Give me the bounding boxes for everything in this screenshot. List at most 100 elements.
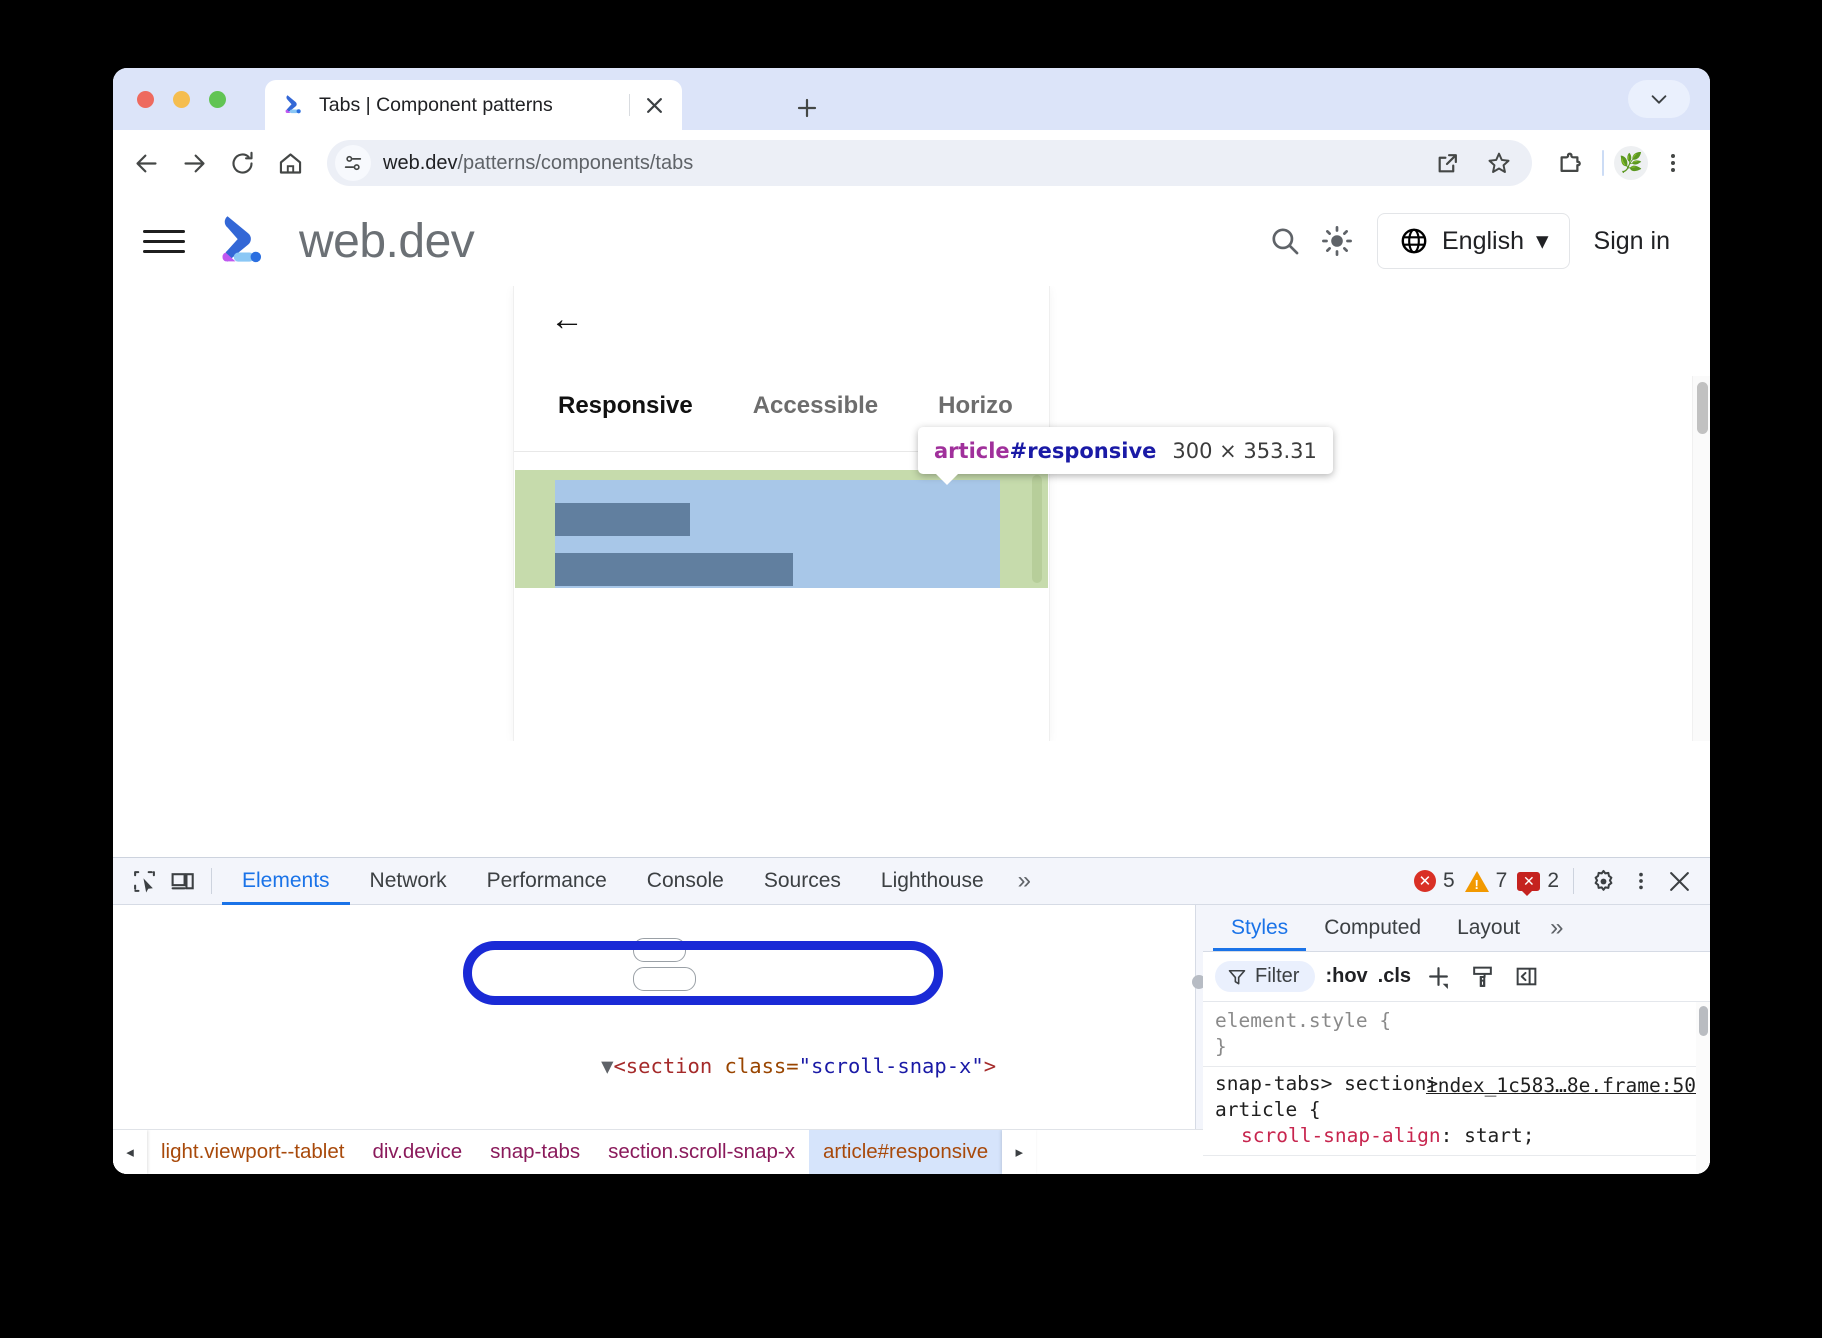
bookmark-button[interactable]: [1476, 140, 1522, 186]
demo-tab-responsive[interactable]: Responsive: [558, 392, 693, 420]
demo-back-arrow[interactable]: ←: [550, 300, 584, 339]
devtools-panel: Elements Network Performance Console Sou…: [113, 857, 1710, 1174]
element-classes-button[interactable]: [1465, 960, 1499, 994]
tab-computed[interactable]: Computed: [1306, 905, 1439, 951]
tab-network[interactable]: Network: [350, 858, 467, 905]
inspect-element-icon[interactable]: [125, 862, 163, 900]
toggle-sidebar-button[interactable]: [1509, 960, 1543, 994]
cls-toggle[interactable]: .cls: [1378, 965, 1411, 988]
tooltip-node-label: article#responsive: [934, 439, 1156, 463]
demo-tab-horizontal[interactable]: Horizo: [938, 392, 1013, 420]
toolbar-divider: [1602, 150, 1604, 176]
maximize-window-button[interactable]: [209, 91, 226, 108]
share-button[interactable]: [1424, 140, 1470, 186]
demo-tab-accessible[interactable]: Accessible: [753, 392, 878, 420]
dom-attr-name: class=: [725, 1054, 799, 1078]
dom-badge[interactable]: [633, 967, 696, 991]
kebab-menu-icon: [1661, 151, 1685, 175]
style-source-link[interactable]: index_1c583…8e.frame:50: [1426, 1073, 1696, 1099]
close-tab-button[interactable]: [640, 91, 668, 119]
web-dev-logo-icon: [281, 92, 307, 118]
style-declaration[interactable]: scroll-snap-align: start;: [1215, 1123, 1698, 1149]
dom-badge[interactable]: [633, 938, 686, 962]
breadcrumb-item-article[interactable]: article#responsive: [809, 1130, 1002, 1174]
forward-button[interactable]: [171, 140, 217, 186]
devtools-close-button[interactable]: [1660, 862, 1698, 900]
site-search-button[interactable]: [1259, 215, 1311, 267]
web-dev-logo-icon: [211, 208, 277, 274]
hamburger-icon[interactable]: [143, 220, 185, 262]
responsive-device-icon: [170, 869, 195, 894]
theme-toggle-button[interactable]: [1311, 215, 1363, 267]
close-window-button[interactable]: [137, 91, 154, 108]
issues-counter[interactable]: ✕ 2: [1517, 869, 1559, 893]
tab-lighthouse[interactable]: Lighthouse: [861, 858, 1004, 905]
device-toolbar-icon[interactable]: [163, 862, 201, 900]
breadcrumb-scroll-right[interactable]: ▸: [1002, 1130, 1036, 1174]
style-property-value: : start;: [1441, 1124, 1535, 1147]
highlight-scrollbar: [1032, 475, 1042, 583]
extensions-button[interactable]: [1546, 140, 1592, 186]
new-style-rule-button[interactable]: [1421, 960, 1455, 994]
more-tabs-button[interactable]: »: [1004, 858, 1045, 905]
language-selector[interactable]: English ▾: [1377, 213, 1570, 269]
sun-icon: [1320, 224, 1354, 258]
style-rule-element[interactable]: element.style { }: [1203, 1004, 1710, 1067]
style-rule-article[interactable]: index_1c583…8e.frame:50 snap-tabs> secti…: [1203, 1067, 1710, 1156]
tab-console[interactable]: Console: [627, 858, 744, 905]
dom-line[interactable]: [113, 907, 1203, 1023]
hov-toggle[interactable]: :hov: [1325, 965, 1367, 988]
breadcrumb-scroll-left[interactable]: ◂: [113, 1130, 147, 1174]
profile-icon: 🌿: [1619, 151, 1643, 175]
devtools-more-button[interactable]: [1622, 862, 1660, 900]
plus-icon: [795, 96, 819, 120]
tab-elements[interactable]: Elements: [222, 858, 350, 905]
puzzle-icon: [1556, 150, 1583, 177]
breadcrumb-item-viewport[interactable]: light.viewport--tablet: [147, 1130, 358, 1174]
tooltip-tag: article: [934, 439, 1010, 463]
site-brand[interactable]: web.dev: [211, 208, 474, 274]
styles-rules: element.style { } index_1c583…8e.frame:5…: [1203, 1002, 1710, 1174]
tab-styles[interactable]: Styles: [1213, 905, 1306, 951]
styles-scrollbar[interactable]: [1696, 1002, 1710, 1174]
back-button[interactable]: [123, 140, 169, 186]
browser-toolbar: web.dev/patterns/components/tabs: [113, 130, 1710, 196]
error-counter[interactable]: ✕ 5: [1414, 869, 1455, 893]
warning-icon: !: [1465, 871, 1489, 892]
styles-filter-input[interactable]: Filter: [1215, 961, 1315, 992]
address-bar[interactable]: web.dev/patterns/components/tabs: [327, 140, 1532, 186]
styles-scrollbar-thumb[interactable]: [1699, 1006, 1708, 1036]
dom-line[interactable]: ▼<section class="scroll-snap-x">: [113, 1023, 1203, 1110]
tab-search-button[interactable]: [1628, 80, 1690, 118]
omnibox-actions: [1424, 140, 1522, 186]
reload-button[interactable]: [219, 140, 265, 186]
devtools-settings-button[interactable]: [1584, 862, 1622, 900]
tab-layout[interactable]: Layout: [1439, 905, 1538, 951]
share-icon: [1435, 151, 1460, 176]
chevron-down-icon: [1648, 88, 1670, 110]
minimize-window-button[interactable]: [173, 91, 190, 108]
tab-performance[interactable]: Performance: [467, 858, 627, 905]
breadcrumb-item-snap-tabs[interactable]: snap-tabs: [476, 1130, 594, 1174]
page-scrollbar-thumb[interactable]: [1697, 382, 1708, 434]
tab-title: Tabs | Component patterns: [319, 94, 619, 117]
funnel-icon: [1227, 967, 1247, 987]
avatar[interactable]: 🌿: [1614, 146, 1648, 180]
filter-placeholder: Filter: [1255, 965, 1299, 988]
page-scrollbar[interactable]: [1692, 376, 1710, 741]
home-button[interactable]: [267, 140, 313, 186]
warning-counter[interactable]: ! 7: [1465, 869, 1508, 893]
url-text: web.dev/patterns/components/tabs: [371, 152, 1424, 175]
arrow-right-icon: [181, 150, 208, 177]
tab-sources[interactable]: Sources: [744, 858, 861, 905]
more-styles-tabs-button[interactable]: »: [1538, 905, 1575, 951]
site-settings-icon[interactable]: [335, 145, 371, 181]
new-tab-button[interactable]: [789, 90, 825, 126]
issue-icon: ✕: [1517, 872, 1540, 891]
sign-in-link[interactable]: Sign in: [1580, 227, 1684, 256]
browser-menu-button[interactable]: [1650, 140, 1696, 186]
breadcrumb-item-device[interactable]: div.device: [358, 1130, 476, 1174]
browser-tab[interactable]: Tabs | Component patterns: [265, 80, 682, 130]
expand-triangle-icon[interactable]: ▼: [601, 1054, 613, 1078]
breadcrumb-item-section[interactable]: section.scroll-snap-x: [594, 1130, 809, 1174]
